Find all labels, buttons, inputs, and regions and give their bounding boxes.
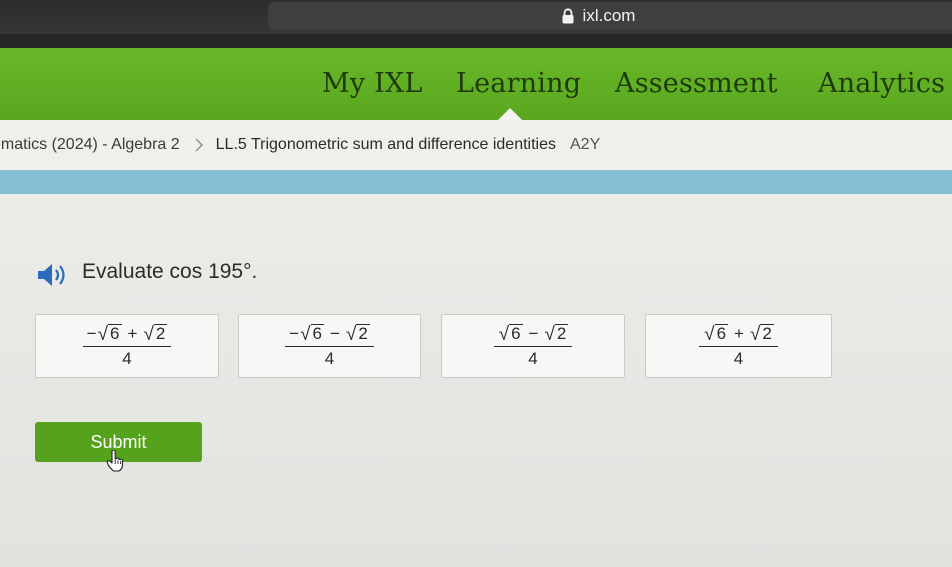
url-text: ixl.com <box>582 6 636 25</box>
address-bar[interactable]: ixl.com <box>268 2 952 30</box>
choice-2-radicand-a: 6 <box>310 323 324 343</box>
choice-4-denominator: 4 <box>733 348 744 368</box>
choice-3-radicand-a: 6 <box>509 323 523 343</box>
choice-1-sign: − <box>86 323 97 343</box>
choice-4-operator: + <box>734 323 744 343</box>
choice-2-operator: − <box>330 323 340 343</box>
choice-3-radicand-b: 2 <box>554 323 569 343</box>
main-nav: My IXL Learning Assessment Analytics <box>0 48 952 120</box>
progress-band <box>0 170 952 194</box>
answer-choice-1[interactable]: − √ 6 + √ 2 4 <box>35 314 219 378</box>
active-nav-caret <box>498 108 522 120</box>
nav-learning[interactable]: Learning <box>456 66 581 102</box>
chevron-right-icon <box>195 138 203 152</box>
breadcrumb-skill: LL.5 Trigonometric sum and difference id… <box>215 136 556 153</box>
tab-strip <box>0 34 952 48</box>
nav-assessment[interactable]: Assessment <box>615 66 778 102</box>
skill-code: A2Y <box>570 136 601 153</box>
answer-choice-4[interactable]: √ 6 + √ 2 4 <box>645 314 832 378</box>
choice-fraction: √ 6 − √ 2 4 <box>493 323 573 369</box>
answer-choice-2[interactable]: − √ 6 − √ 2 4 <box>238 314 421 378</box>
choice-2-sign: − <box>289 323 300 343</box>
breadcrumb-subject[interactable]: ematics (2024) - Algebra 2 <box>0 136 180 154</box>
choice-4-radicand-a: 6 <box>714 323 729 343</box>
choice-3-operator: − <box>528 323 539 343</box>
choice-1-operator: + <box>127 323 138 343</box>
browser-chrome: ixl.com <box>0 0 952 48</box>
lock-icon <box>562 8 574 24</box>
nav-analytics[interactable]: Analytics <box>818 66 945 102</box>
choice-1-radicand-b: 2 <box>153 323 168 343</box>
choice-1-radicand-a: 6 <box>108 323 122 343</box>
breadcrumb: ematics (2024) - Algebra 2 LL.5 Trigonom… <box>0 120 952 170</box>
choice-fraction: − √ 6 − √ 2 4 <box>285 324 374 369</box>
question-prompt: Evaluate cos 195°. <box>82 260 258 283</box>
screen: ixl.com My IXL Learning Assessment Analy… <box>0 0 952 567</box>
choice-fraction: − √ 6 + √ 2 4 <box>82 323 172 369</box>
speaker-icon[interactable] <box>36 262 68 288</box>
choice-2-radicand-b: 2 <box>356 323 370 343</box>
choice-3-denominator: 4 <box>528 348 538 368</box>
choice-4-radicand-b: 2 <box>760 323 774 343</box>
answer-choice-3[interactable]: √ 6 − √ 2 4 <box>441 314 625 378</box>
choice-2-denominator: 4 <box>324 348 335 368</box>
choice-1-denominator: 4 <box>122 348 132 368</box>
choice-fraction: √ 6 + √ 2 4 <box>699 324 778 369</box>
hand-cursor-icon <box>106 450 124 472</box>
nav-my-ixl[interactable]: My IXL <box>322 66 423 102</box>
question-panel: Evaluate cos 195°. − √ 6 + √ 2 4 − √ 6 − √ 2 <box>0 194 952 567</box>
